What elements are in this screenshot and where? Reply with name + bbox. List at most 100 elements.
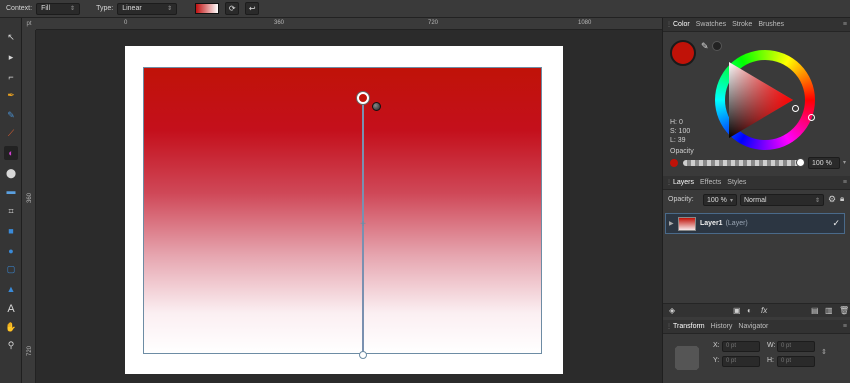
crop-icon: ⌗ — [8, 205, 14, 216]
brush-tool[interactable]: ⟋ — [4, 126, 18, 140]
horizontal-ruler[interactable]: 0 360 720 1080 — [36, 18, 662, 30]
opacity-field[interactable]: 100 % — [808, 157, 840, 169]
chevron-down-icon: ▾ — [729, 197, 733, 204]
w-field[interactable]: 0 pt — [777, 341, 815, 352]
layer-thumbnail — [678, 216, 696, 231]
ellipse-tool[interactable]: ● — [4, 244, 18, 258]
gradient-rectangle[interactable]: + — [143, 67, 542, 359]
gradient-start-handle[interactable] — [357, 92, 369, 104]
zoom-tool[interactable]: ⚲ — [4, 338, 18, 352]
tab-transform[interactable]: Transform — [673, 323, 705, 330]
fill-tool[interactable]: ◐ — [4, 146, 18, 160]
y-field[interactable]: 0 pt — [722, 356, 760, 367]
undo-button[interactable]: ↩ — [245, 2, 260, 15]
tab-navigator[interactable]: Navigator — [738, 323, 768, 330]
corner-tool[interactable]: ⌐ — [4, 70, 18, 84]
anchor-selector-icon[interactable] — [675, 346, 699, 370]
pen-tool[interactable]: ✒ — [4, 88, 18, 102]
w-label: W: — [767, 342, 776, 349]
gear-icon[interactable]: ⚙ — [828, 194, 836, 205]
place-image-tool[interactable]: ▬ — [4, 184, 18, 198]
visibility-check-icon[interactable]: ✓ — [832, 218, 840, 229]
context-label: Context: — [6, 5, 33, 12]
color-wheel[interactable] — [715, 50, 815, 150]
current-color-swatch[interactable] — [670, 40, 696, 66]
adjustment-icon[interactable]: ◐ — [747, 306, 752, 315]
right-panel: ⋮ Color Swatches Stroke Brushes ≡ ✎ H: 0… — [662, 18, 850, 383]
hue-value: H: 0 — [670, 119, 683, 126]
context-select[interactable]: Fill ⇕ — [36, 2, 81, 15]
blend-mode-value: Normal — [744, 196, 767, 204]
canvas-area[interactable]: + — [36, 30, 662, 383]
secondary-color-swatch[interactable] — [712, 41, 722, 51]
blend-mode-select[interactable]: Normal ⇕ — [740, 194, 824, 206]
tab-color[interactable]: Color — [673, 21, 690, 28]
node-tool[interactable]: ▸ — [4, 50, 18, 64]
rectangle-tool[interactable]: ■ — [4, 224, 18, 238]
text-icon: A — [7, 303, 15, 315]
delete-layer-icon[interactable]: 🗑︎ — [839, 306, 849, 315]
tab-effects[interactable]: Effects — [700, 179, 721, 186]
lock-icon[interactable]: 🔒︎ — [840, 194, 844, 204]
panel-menu-icon[interactable]: ≡ — [843, 323, 847, 330]
grip-icon: ⋮ — [666, 22, 672, 28]
fx-icon[interactable]: fx — [761, 306, 767, 315]
link-proportions-icon[interactable]: ⇕ — [821, 348, 827, 356]
document-page[interactable]: + — [125, 46, 563, 374]
tab-layers[interactable]: Layers — [673, 179, 694, 186]
layers-stack-icon[interactable]: ◈ — [669, 306, 675, 315]
text-tool[interactable]: A — [4, 302, 18, 316]
crop-tool[interactable]: ⌗ — [4, 204, 18, 218]
layer-row[interactable]: ▶ Layer1 (Layer) ✓ — [665, 213, 845, 234]
opacity-slider[interactable] — [683, 160, 801, 166]
gradient-midpoint-handle[interactable]: + — [358, 220, 368, 230]
pencil-icon: ✎ — [7, 109, 15, 120]
rounded-rect-icon: ▢ — [6, 263, 16, 274]
chevron-down-icon: ⇕ — [814, 197, 820, 204]
triangle-icon: ▲ — [6, 284, 16, 294]
add-layer-icon[interactable]: ▤ — [811, 306, 819, 315]
gradient-swatch[interactable] — [195, 3, 220, 14]
add-pixel-layer-icon[interactable]: ▥ — [825, 306, 833, 315]
layers-tabs: ⋮ Layers Effects Styles ≡ — [663, 176, 850, 190]
corner-icon: ⌐ — [8, 72, 14, 82]
ruler-tick: 0 — [124, 20, 128, 26]
triangle-tool[interactable]: ▲ — [4, 282, 18, 296]
pencil-tool[interactable]: ✎ — [4, 108, 18, 122]
type-select[interactable]: Linear ⇕ — [117, 2, 178, 15]
color-picker-icon[interactable]: ✎ — [701, 41, 709, 52]
rounded-rect-tool[interactable]: ▢ — [4, 262, 18, 276]
transparency-tool[interactable]: ⬤ — [4, 166, 18, 180]
gradient-end-handle[interactable] — [359, 351, 367, 359]
tab-stroke[interactable]: Stroke — [732, 21, 752, 28]
panel-menu-icon[interactable]: ≡ — [843, 21, 847, 28]
x-field[interactable]: 0 pt — [722, 341, 760, 352]
saturation-handle[interactable] — [792, 105, 799, 112]
zoom-icon: ⚲ — [7, 339, 15, 350]
reverse-gradient-button[interactable]: ⟳ — [225, 2, 240, 15]
h-field[interactable]: 0 pt — [777, 356, 815, 367]
mask-icon[interactable]: ▣ — [733, 306, 741, 315]
tab-brushes[interactable]: Brushes — [758, 21, 784, 28]
layer-name: Layer1 — [700, 220, 723, 227]
saturation-value: S: 100 — [670, 128, 691, 135]
brush-icon: ⟋ — [7, 127, 15, 138]
grip-icon: ⋮ — [666, 324, 672, 330]
tab-swatches[interactable]: Swatches — [696, 21, 726, 28]
grip-icon: ⋮ — [666, 180, 672, 186]
undo-icon: ↩ — [248, 4, 256, 13]
panel-menu-icon[interactable]: ≡ — [843, 179, 847, 186]
ruler-tick: 360 — [274, 20, 285, 26]
layer-opacity-field[interactable]: 100 % ▾ — [703, 194, 737, 206]
hand-tool[interactable]: ✋ — [4, 320, 18, 334]
expand-arrow-icon[interactable]: ▶ — [669, 220, 674, 227]
tab-styles[interactable]: Styles — [727, 179, 746, 186]
hue-handle[interactable] — [808, 114, 815, 121]
opacity-slider-thumb[interactable] — [796, 158, 805, 167]
chevron-down-icon[interactable]: ▾ — [843, 159, 846, 166]
tab-history[interactable]: History — [711, 323, 733, 330]
y-label: Y: — [713, 357, 720, 364]
vertical-ruler[interactable]: 360 720 — [22, 30, 36, 383]
reverse-icon: ⟳ — [228, 4, 236, 13]
move-tool[interactable]: ↖ — [4, 30, 18, 44]
